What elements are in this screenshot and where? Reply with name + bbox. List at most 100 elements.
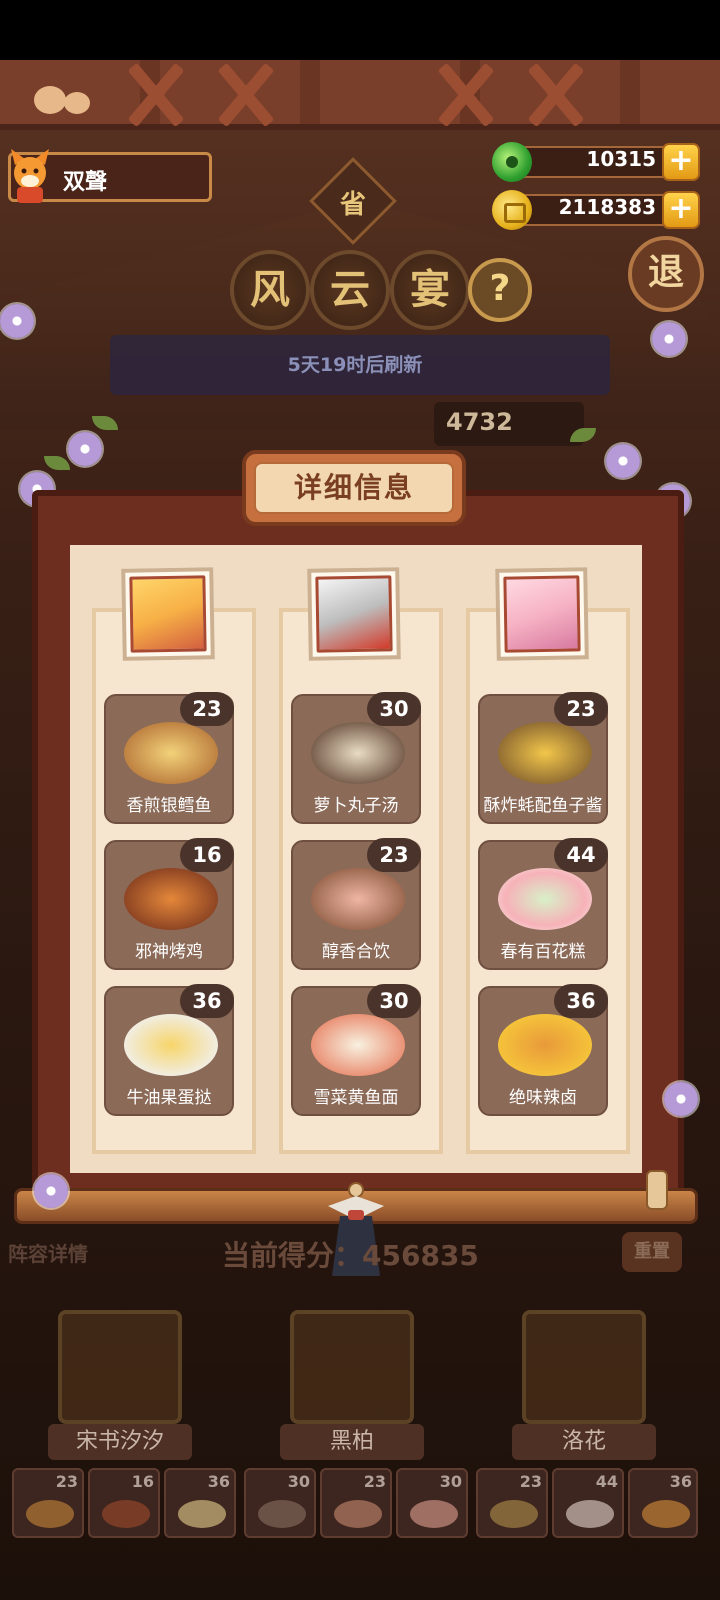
dish-count: 16 [180, 838, 234, 872]
fox-avatar-icon [11, 149, 49, 203]
gold-currency: 2118383 + [492, 190, 700, 230]
province-badge-label: 省 [339, 190, 366, 220]
dish-name: 香煎银鳕鱼 [126, 796, 212, 816]
dish-count: 23 [180, 692, 234, 726]
dish-image [498, 1014, 592, 1076]
lineup-dish-slot[interactable]: 16 [88, 1468, 160, 1538]
lineup-dish-slot[interactable]: 44 [552, 1468, 624, 1538]
dish-count: 44 [554, 838, 608, 872]
character-portrait[interactable] [495, 567, 589, 661]
lineup-character-card[interactable] [290, 1310, 414, 1424]
score-display: 4732 [434, 402, 584, 446]
jade-currency: 10315 + [492, 142, 700, 182]
add-gold-button[interactable]: + [662, 191, 700, 229]
dish-name: 萝卜丸子汤 [313, 796, 399, 816]
dish-card[interactable]: 23 香煎银鳕鱼 [104, 692, 234, 824]
chick-decoration-icon [34, 80, 104, 114]
lineup-dish-slot[interactable]: 30 [244, 1468, 316, 1538]
dish-image [124, 868, 218, 930]
dish-count: 36 [554, 984, 608, 1018]
character-portrait[interactable] [307, 567, 401, 661]
dish-name: 绝味辣卤 [509, 1088, 577, 1108]
gold-amount: 2118383 [558, 195, 656, 219]
lineup-dish-count: 44 [595, 1472, 618, 1491]
flower-icon [0, 304, 34, 338]
lineup-dish-count: 16 [131, 1472, 154, 1491]
flower-icon [664, 1082, 698, 1116]
lineup-character-card[interactable] [522, 1310, 646, 1424]
modal-title: 详细信息 [254, 462, 454, 514]
dish-image [498, 868, 592, 930]
dish-count: 30 [367, 692, 421, 726]
reset-button[interactable]: 重置 [622, 1232, 682, 1272]
dish-image [311, 722, 405, 784]
lineup-dish-count: 36 [207, 1472, 230, 1491]
dish-count: 30 [367, 984, 421, 1018]
beam-cross [420, 64, 510, 124]
beam-cross [510, 64, 600, 124]
refresh-timer: 5天19时后刷新 [287, 354, 423, 376]
dish-name: 邪神烤鸡 [135, 942, 203, 962]
dish-card[interactable]: 30 雪菜黄鱼面 [291, 984, 421, 1116]
lineup-dish-slot[interactable]: 23 [476, 1468, 548, 1538]
dish-image [124, 1014, 218, 1076]
top-wooden-beam [0, 60, 720, 130]
lineup-dish-slot[interactable]: 23 [320, 1468, 392, 1538]
exit-button[interactable]: 退 [628, 236, 704, 312]
flower-icon [606, 444, 640, 478]
detail-modal-header: 详细信息 [242, 450, 466, 526]
jade-icon [492, 142, 532, 182]
flower-icon [34, 1174, 68, 1208]
flower-icon [68, 432, 102, 466]
player-badge[interactable]: 双聲 [8, 149, 212, 203]
dish-card[interactable]: 16 邪神烤鸡 [104, 838, 234, 970]
dish-card[interactable]: 30 萝卜丸子汤 [291, 692, 421, 824]
dish-card[interactable]: 36 绝味辣卤 [478, 984, 608, 1116]
event-title: 风 云 宴 ? [230, 250, 532, 336]
lineup-dish-slot[interactable]: 30 [396, 1468, 468, 1538]
lineup-dish-count: 23 [363, 1472, 386, 1491]
dish-name: 醇香合饮 [322, 942, 390, 962]
character-portrait[interactable] [121, 567, 215, 661]
dish-card[interactable]: 23 醇香合饮 [291, 838, 421, 970]
dish-image [498, 722, 592, 784]
dish-card[interactable]: 23 酥炸蚝配鱼子酱 [478, 692, 608, 824]
lineup-character-name: 黑柏 [280, 1424, 424, 1460]
dish-name: 雪菜黄鱼面 [313, 1088, 399, 1108]
beam-cross [110, 64, 200, 124]
dish-name: 牛油果蛋挞 [126, 1088, 212, 1108]
help-button[interactable]: ? [468, 258, 532, 322]
add-jade-button[interactable]: + [662, 143, 700, 181]
dish-image [311, 868, 405, 930]
jade-amount: 10315 [586, 147, 656, 171]
lineup-dish-count: 23 [55, 1472, 78, 1491]
lineup-character-name: 宋书汐汐 [48, 1424, 192, 1460]
dish-image [124, 722, 218, 784]
lineup-character-card[interactable] [58, 1310, 182, 1424]
lineup-dish-count: 23 [519, 1472, 542, 1491]
dish-card[interactable]: 36 牛油果蛋挞 [104, 984, 234, 1116]
lineup-character-name: 洛花 [512, 1424, 656, 1460]
dish-name: 春有百花糕 [500, 942, 586, 962]
dish-card[interactable]: 44 春有百花糕 [478, 838, 608, 970]
lineup-dish-count: 36 [669, 1472, 692, 1491]
current-score: 当前得分：456835 [222, 1239, 479, 1272]
gold-coin-icon [492, 190, 532, 230]
lineup-dish-slot[interactable]: 23 [12, 1468, 84, 1538]
dish-image [311, 1014, 405, 1076]
lineup-dish-count: 30 [439, 1472, 462, 1491]
event-title-char: 宴 [390, 250, 470, 330]
lineup-dish-slot[interactable]: 36 [164, 1468, 236, 1538]
dish-count: 23 [367, 838, 421, 872]
lineup-dish-slot[interactable]: 36 [628, 1468, 698, 1538]
lineup-dish-count: 30 [287, 1472, 310, 1491]
flower-icon [652, 322, 686, 356]
scroll-rod-end [646, 1170, 668, 1210]
beam-cross [200, 64, 290, 124]
dish-name: 酥炸蚝配鱼子酱 [483, 796, 603, 816]
event-title-char: 云 [310, 250, 390, 330]
dish-count: 23 [554, 692, 608, 726]
dish-count: 36 [180, 984, 234, 1018]
event-title-char: 风 [230, 250, 310, 330]
lineup-details-label[interactable]: 阵容详情 [8, 1238, 88, 1267]
